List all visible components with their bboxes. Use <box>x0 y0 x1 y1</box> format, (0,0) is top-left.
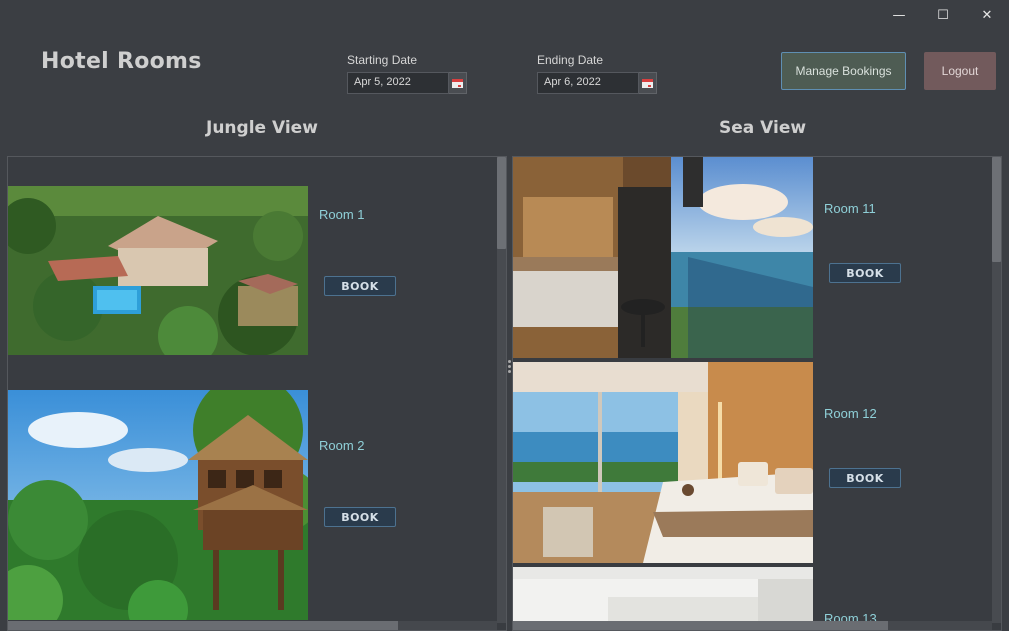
book-button[interactable]: BOOK <box>829 263 901 283</box>
app-title: Hotel Rooms <box>41 49 202 74</box>
maximize-button[interactable]: ☐ <box>921 0 965 30</box>
room-name: Room 1 <box>319 207 365 222</box>
minimize-button[interactable]: — <box>877 0 921 30</box>
start-date-calendar-button[interactable] <box>449 72 467 94</box>
calendar-icon <box>642 78 653 88</box>
jungle-villa-with-pool-photo <box>8 186 308 355</box>
close-icon: ✕ <box>981 7 993 23</box>
maximize-icon: ☐ <box>937 7 949 23</box>
panel-splitter[interactable] <box>508 360 511 374</box>
end-date-picker: Apr 6, 2022 <box>537 72 657 94</box>
book-button[interactable]: BOOK <box>324 276 396 296</box>
start-date-label: Starting Date <box>347 53 418 67</box>
sea-vertical-scrollbar[interactable] <box>992 157 1001 623</box>
close-button[interactable]: ✕ <box>965 0 1009 30</box>
scrollbar-thumb[interactable] <box>497 157 506 249</box>
calendar-icon <box>452 78 463 88</box>
book-button[interactable]: BOOK <box>829 468 901 488</box>
room-card: Room 2 BOOK <box>8 390 498 620</box>
end-date-label: Ending Date <box>537 53 604 67</box>
sea-horizontal-scrollbar[interactable] <box>513 621 992 630</box>
scrollbar-thumb[interactable] <box>513 621 888 630</box>
room-card: Room 11 BOOK <box>513 157 993 358</box>
manage-bookings-button[interactable]: Manage Bookings <box>781 52 906 90</box>
window-controls: — ☐ ✕ <box>877 0 1009 30</box>
sea-rooms-panel: Room 11 BOOK Room 12 BOOK Room 13 <box>512 156 1002 631</box>
start-date-picker: Apr 5, 2022 <box>347 72 467 94</box>
end-date-calendar-button[interactable] <box>639 72 657 94</box>
room-card: Room 12 BOOK <box>513 362 993 563</box>
minimize-icon: — <box>892 7 906 23</box>
sea-balcony-bedroom-photo <box>513 157 813 358</box>
jungle-horizontal-scrollbar[interactable] <box>8 621 497 630</box>
room-name: Room 2 <box>319 438 365 453</box>
book-button[interactable]: BOOK <box>324 507 396 527</box>
jungle-vertical-scrollbar[interactable] <box>497 157 506 623</box>
end-date-field[interactable]: Apr 6, 2022 <box>537 72 639 94</box>
room-name: Room 11 <box>824 201 876 216</box>
sea-view-bedroom-photo <box>513 362 813 563</box>
start-date-field[interactable]: Apr 5, 2022 <box>347 72 449 94</box>
scrollbar-thumb[interactable] <box>8 621 398 630</box>
jungle-rooms-panel: Room 1 BOOK Room 2 BOOK <box>7 156 507 631</box>
sea-view-title: Sea View <box>719 118 807 138</box>
logout-button[interactable]: Logout <box>924 52 996 90</box>
scrollbar-thumb[interactable] <box>992 157 1001 262</box>
jungle-view-title: Jungle View <box>206 118 318 138</box>
room-card: Room 1 BOOK <box>8 186 498 356</box>
end-date-group: Ending Date Apr 6, 2022 <box>537 53 657 94</box>
room-name: Room 12 <box>824 406 877 421</box>
jungle-treehouse-photo <box>8 390 308 620</box>
start-date-group: Starting Date Apr 5, 2022 <box>347 53 467 94</box>
